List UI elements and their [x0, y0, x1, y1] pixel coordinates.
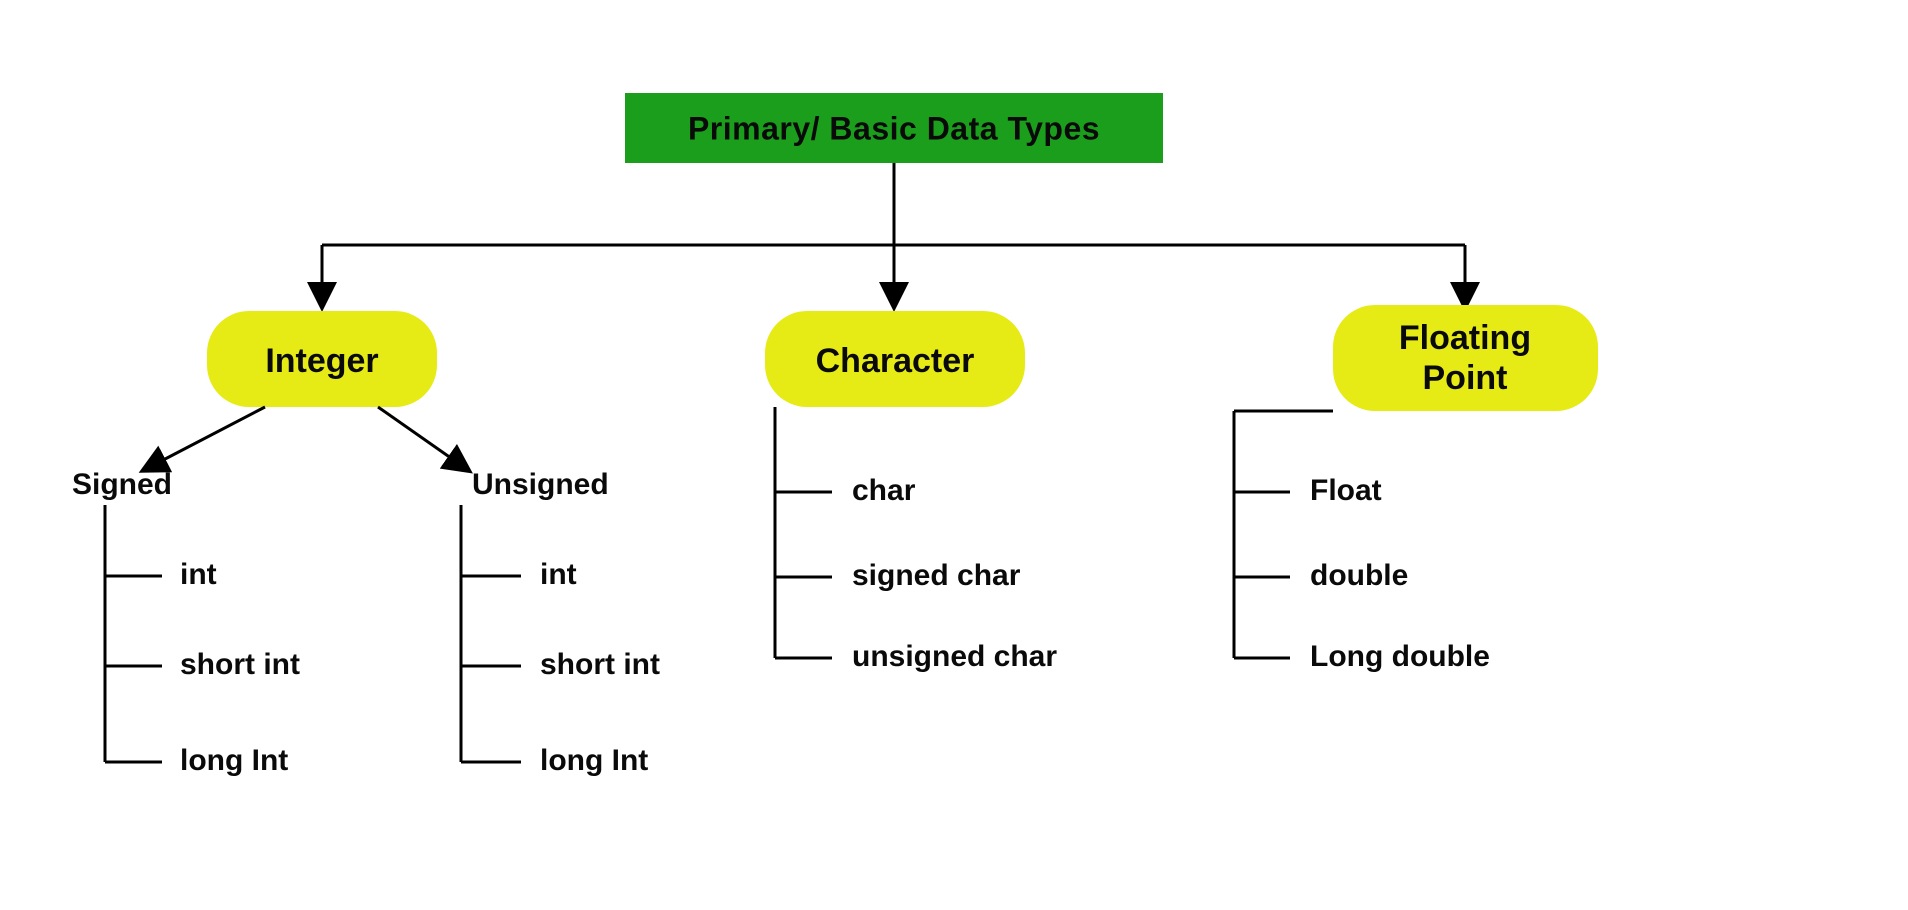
root-title: Primary/ Basic Data Types [688, 110, 1100, 146]
subgroup-unsigned: Unsigned [472, 468, 609, 501]
leaf-unsigned-char: unsigned char [852, 640, 1057, 673]
category-label-floating-l1: Floating [1399, 319, 1531, 357]
leaf-char: char [852, 474, 916, 507]
subgroup-signed: Signed [72, 468, 172, 501]
category-label-character: Character [816, 342, 975, 380]
leaf-unsigned-shortint: short int [540, 648, 660, 681]
leaf-signed-char: signed char [852, 559, 1021, 592]
leaf-unsigned-longint: long Int [540, 744, 648, 777]
leaf-signed-int: int [180, 558, 217, 591]
leaf-float: Float [1310, 474, 1382, 507]
leaf-double: double [1310, 559, 1408, 592]
leaf-longdouble: Long double [1310, 640, 1490, 673]
category-label-integer: Integer [265, 342, 378, 380]
leaf-signed-shortint: short int [180, 648, 300, 681]
leaf-signed-longint: long Int [180, 744, 288, 777]
category-label-floating-l2: Point [1423, 359, 1508, 397]
leaf-unsigned-int: int [540, 558, 577, 591]
